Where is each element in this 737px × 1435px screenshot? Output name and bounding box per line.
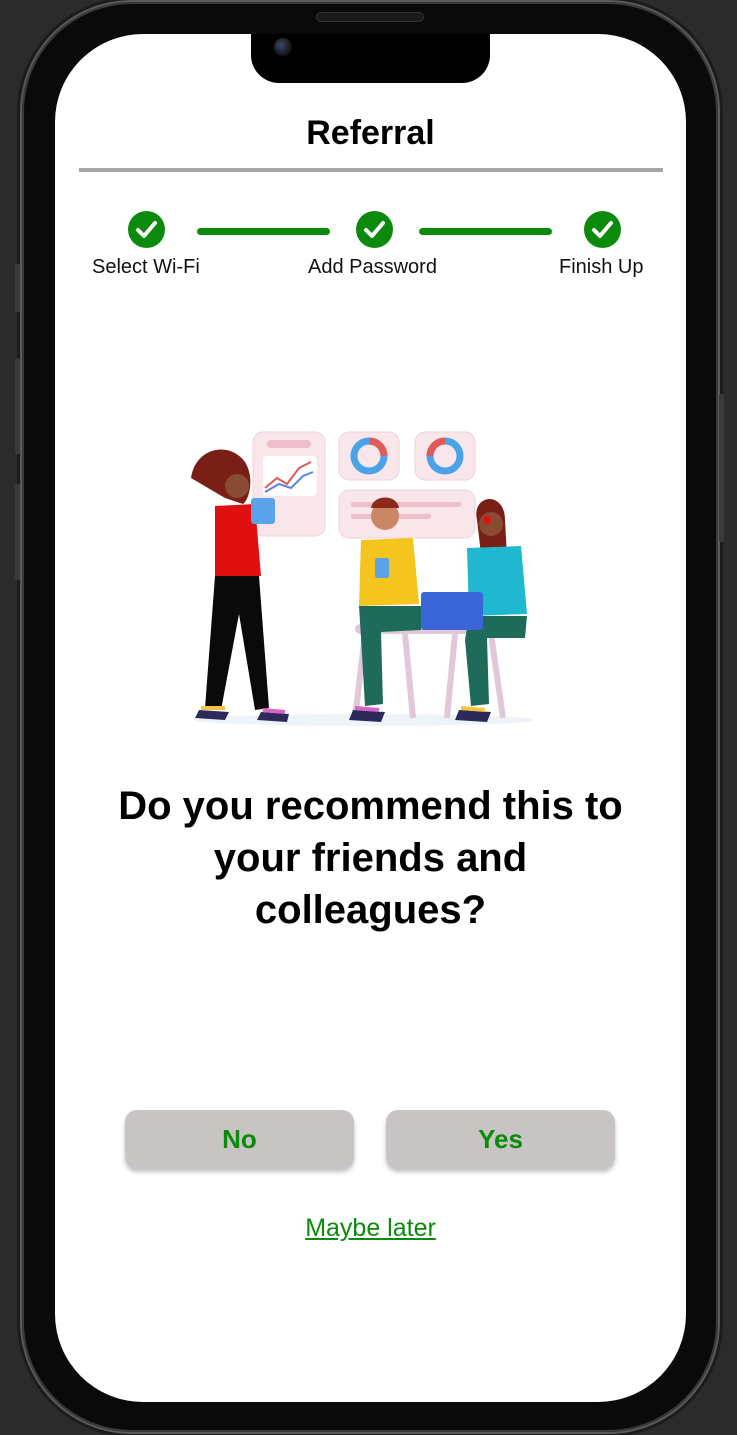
notch <box>251 34 490 83</box>
app-screen: Referral Select Wi-Fi Add Password Finis… <box>55 34 686 1402</box>
step-2-check-icon <box>356 211 393 248</box>
yes-button[interactable]: Yes <box>386 1110 615 1168</box>
step-1-check-icon <box>128 211 165 248</box>
page-title: Referral <box>306 114 435 152</box>
side-button-volume-up <box>15 358 20 454</box>
recommend-question: Do you recommend this to your friends an… <box>118 784 623 932</box>
step-1-label: Select Wi-Fi <box>92 256 200 278</box>
step-2-label: Add Password <box>308 256 437 278</box>
step-3-check-icon <box>584 211 621 248</box>
side-button-power <box>719 394 724 542</box>
step-connector-2 <box>419 228 552 235</box>
title-divider <box>79 168 663 172</box>
side-button-volume-down <box>15 484 20 580</box>
front-camera <box>274 38 292 56</box>
no-button[interactable]: No <box>125 1110 354 1168</box>
team-illustration <box>191 431 535 726</box>
step-connector-1 <box>197 228 330 235</box>
side-button-mute <box>15 264 20 312</box>
maybe-later-link[interactable]: Maybe later <box>55 1214 686 1243</box>
step-3-label: Finish Up <box>559 256 644 278</box>
earpiece-speaker <box>316 12 424 22</box>
